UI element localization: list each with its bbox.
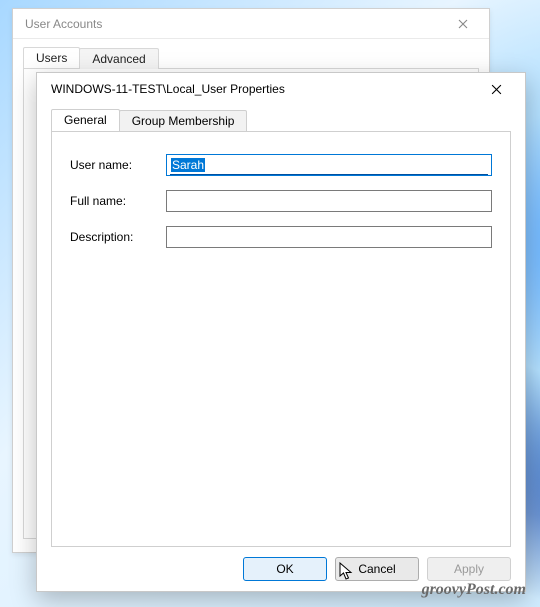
username-value: Sarah xyxy=(171,158,205,172)
close-icon xyxy=(458,19,468,29)
properties-tabs: General Group Membership xyxy=(51,109,511,131)
user-accounts-title: User Accounts xyxy=(25,17,443,31)
dialog-button-row: OK Cancel Apply xyxy=(51,547,511,581)
general-panel: User name: Sarah Full name: Description: xyxy=(51,131,511,547)
user-accounts-close-button[interactable] xyxy=(443,10,483,38)
close-icon xyxy=(491,84,502,95)
properties-close-button[interactable] xyxy=(475,75,517,103)
tab-group-membership[interactable]: Group Membership xyxy=(119,110,248,132)
properties-titlebar[interactable]: WINDOWS-11-TEST\Local_User Properties xyxy=(37,73,525,105)
tab-general[interactable]: General xyxy=(51,109,120,131)
description-label: Description: xyxy=(70,230,166,244)
user-properties-dialog: WINDOWS-11-TEST\Local_User Properties Ge… xyxy=(36,72,526,592)
user-accounts-titlebar[interactable]: User Accounts xyxy=(13,9,489,39)
description-input[interactable] xyxy=(166,226,492,248)
fullname-label: Full name: xyxy=(70,194,166,208)
fullname-input[interactable] xyxy=(166,190,492,212)
tab-advanced[interactable]: Advanced xyxy=(79,48,158,69)
username-input[interactable]: Sarah xyxy=(166,154,492,176)
watermark: groovyPost.com xyxy=(422,581,526,599)
username-label: User name: xyxy=(70,158,166,172)
apply-button[interactable]: Apply xyxy=(427,557,511,581)
user-accounts-tabs: Users Advanced xyxy=(23,47,479,69)
tab-users[interactable]: Users xyxy=(23,47,80,68)
ok-button[interactable]: OK xyxy=(243,557,327,581)
cancel-button[interactable]: Cancel xyxy=(335,557,419,581)
properties-title: WINDOWS-11-TEST\Local_User Properties xyxy=(51,82,475,96)
